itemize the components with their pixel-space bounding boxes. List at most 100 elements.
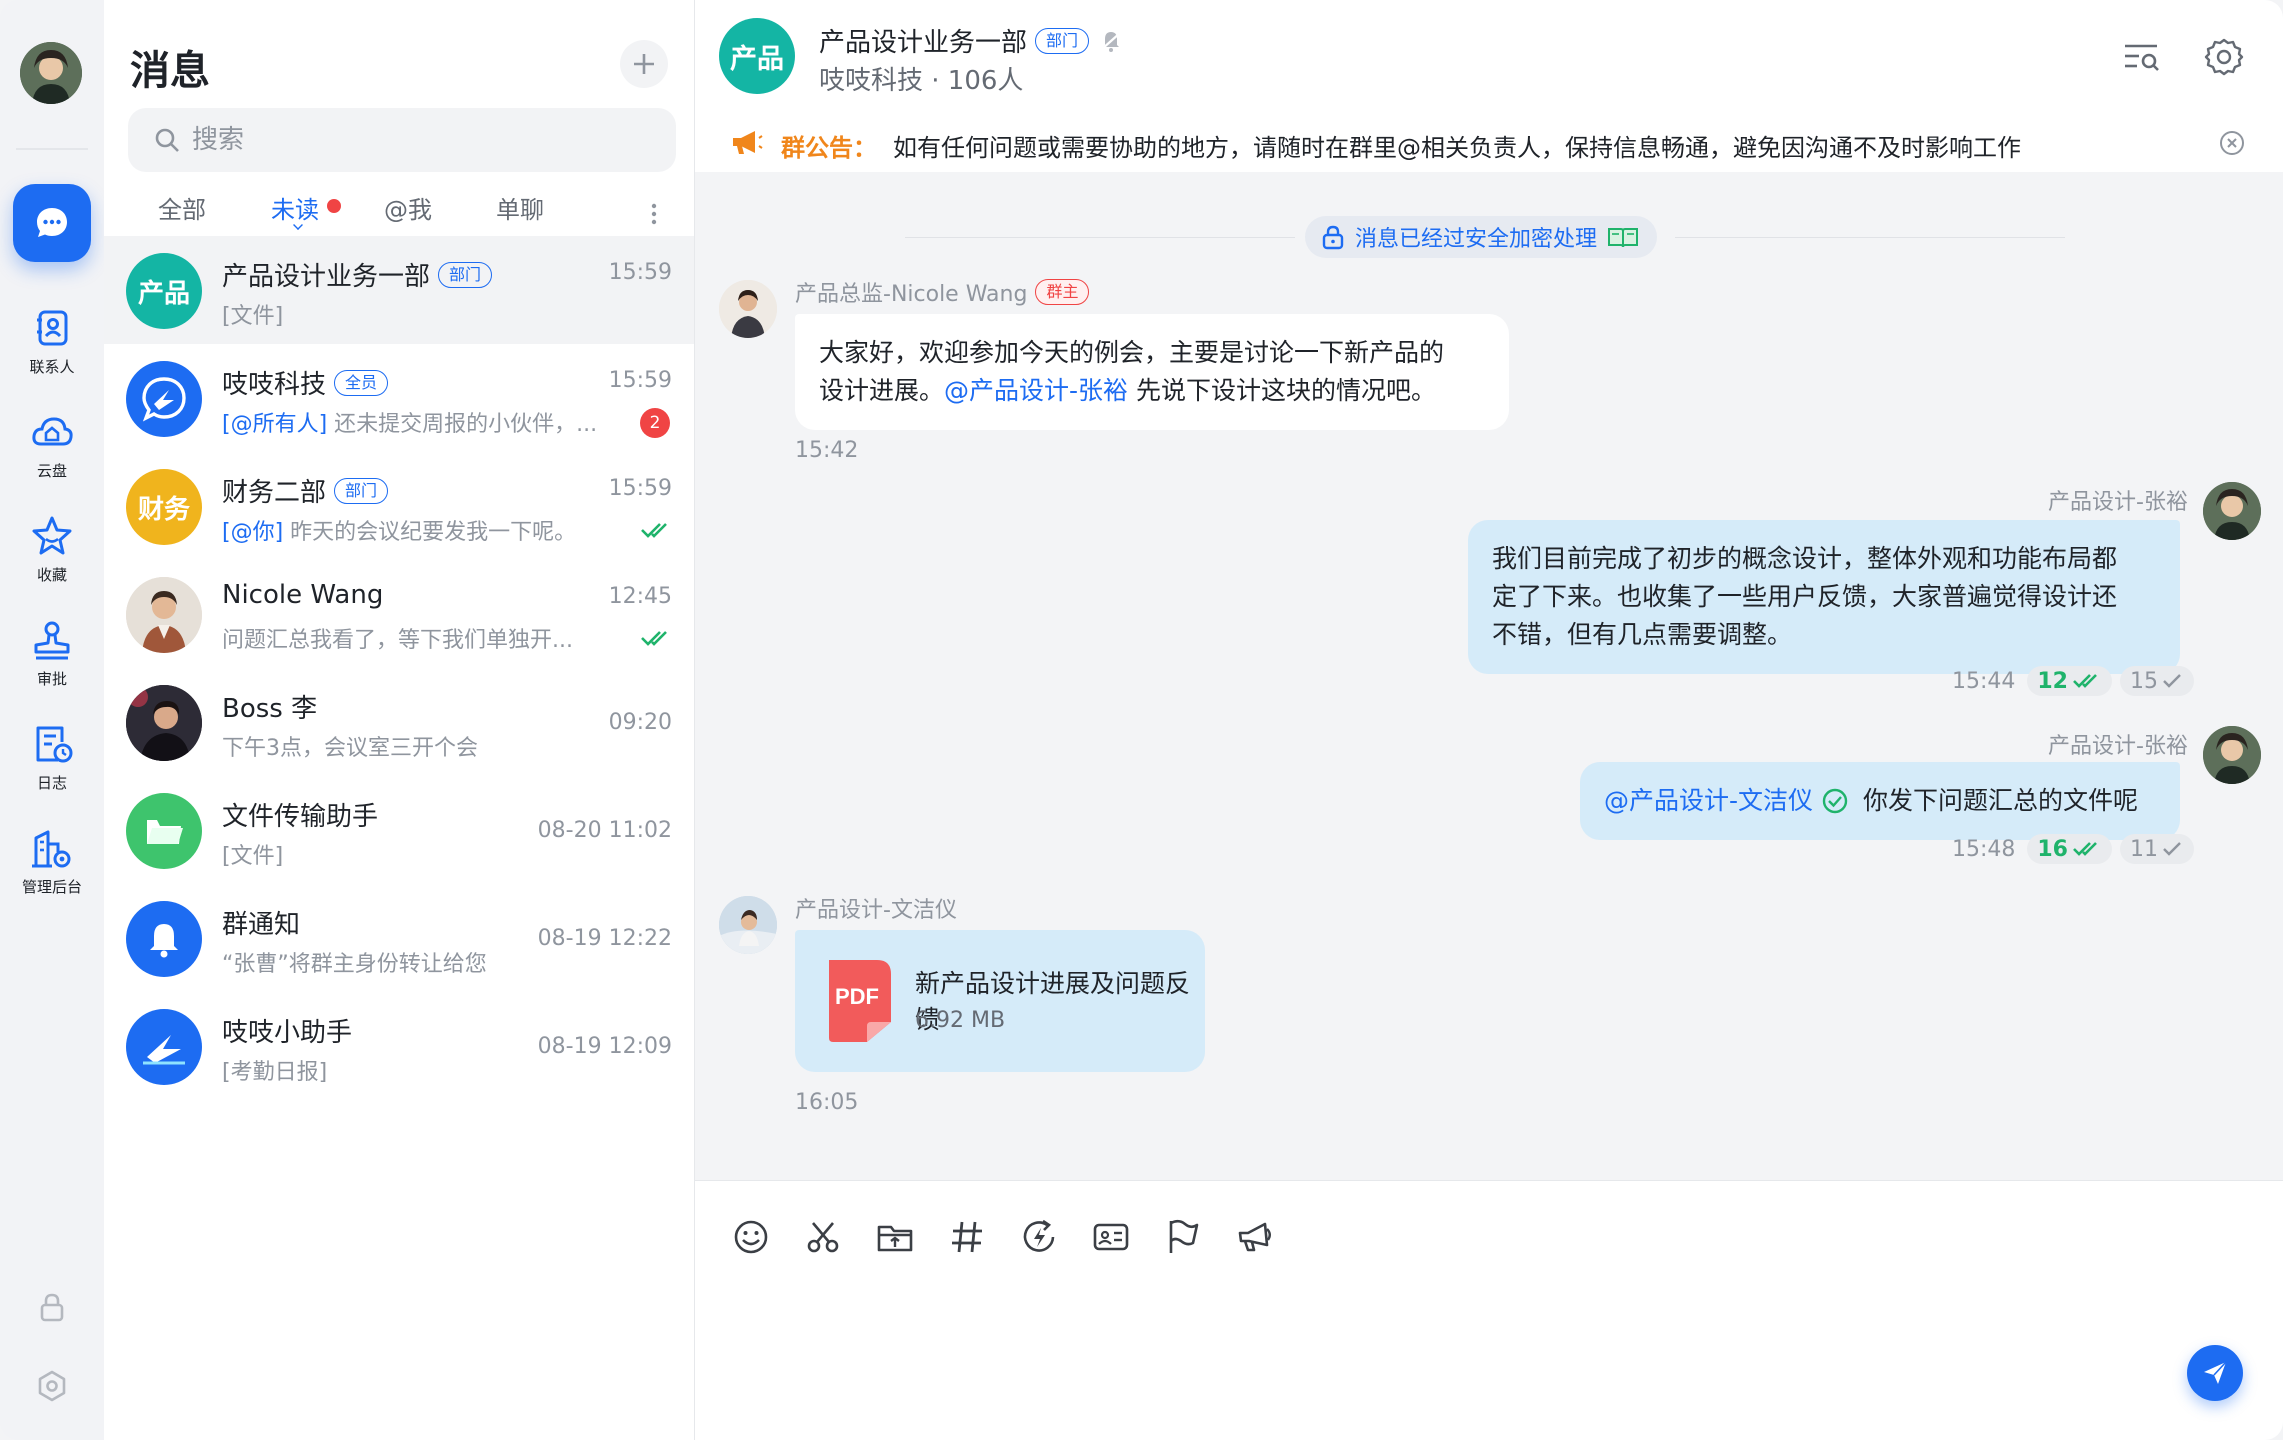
conversation-item[interactable]: 产品 产品设计业务一部 部门 [文件] 15:59 [104, 236, 694, 344]
read-receipt: 15:44 12 15 [1952, 666, 2194, 696]
search-input[interactable] [192, 125, 632, 155]
conversation-name: Boss 李 [222, 694, 318, 724]
group-notice-bar[interactable]: 群公告： 如有任何问题或需要协助的地方，请随时在群里@相关负责人，保持信息畅通，… [695, 112, 2283, 172]
conversation-item[interactable]: Nicole Wang 问题汇总我看了，等下我们单独开... 12:45 [104, 560, 694, 668]
contacts-icon [37, 310, 68, 346]
message-text: 设计进展。 [819, 376, 945, 405]
gear-icon[interactable] [2203, 36, 2245, 78]
contact-card-icon[interactable] [1091, 1217, 1131, 1257]
lock-icon[interactable] [34, 1290, 70, 1326]
conversation-item[interactable]: 财务 财务二部 部门 [@你] 昨天的会议纪要发我一下呢。 15:59 [104, 452, 694, 560]
my-avatar[interactable] [20, 42, 82, 104]
conversation-name: 文件传输助手 [222, 802, 379, 832]
log-icon [36, 726, 73, 763]
message-composer[interactable] [695, 1180, 2283, 1440]
nav-approval[interactable]: 审批 [0, 616, 104, 706]
conversation-name: 财务二部 [222, 478, 327, 508]
tab-unread[interactable]: 未读 [271, 190, 341, 230]
message-bubble[interactable]: @产品设计-文洁仪 你发下问题汇总的文件呢 [1580, 762, 2180, 840]
mention-you: [@你] [222, 520, 284, 545]
flag-icon[interactable] [1163, 1217, 1203, 1257]
unread-count[interactable]: 11 [2120, 834, 2194, 864]
megaphone-outline-icon[interactable] [1235, 1217, 1275, 1257]
check-icon [2163, 842, 2181, 856]
conversation-item[interactable]: 群通知 “张曹”将群主身份转让给您 08-19 12:22 [104, 884, 694, 992]
tab-mentions[interactable]: @我 [384, 190, 432, 225]
nav-favorites[interactable]: 收藏 [0, 512, 104, 602]
preview-text: 昨天的会议纪要发我一下呢。 [290, 520, 577, 545]
my-message-avatar[interactable] [2203, 482, 2261, 540]
conversation-item[interactable]: 吱吱小助手 [考勤日报] 08-19 12:09 [104, 992, 694, 1100]
unread-count[interactable]: 15 [2120, 666, 2194, 696]
sender-avatar[interactable] [719, 896, 777, 954]
nav-label-favorites: 收藏 [36, 566, 67, 584]
scissors-icon[interactable] [803, 1217, 843, 1257]
read-count-value: 12 [2037, 668, 2068, 694]
message-bubble[interactable]: 大家好，欢迎参加今天的例会，主要是讨论一下新产品的 设计进展。@产品设计-张裕 … [795, 314, 1509, 430]
message-area: 消息已经过安全加密处理 产品总监-Nicole Wang 群主 大家好，欢迎参加… [695, 172, 2283, 1180]
company-logo-icon [142, 377, 186, 422]
nav-admin[interactable]: 管理后台 [0, 824, 104, 914]
sender-avatar[interactable] [719, 280, 777, 338]
divider [905, 237, 1295, 238]
message-text: 先说下设计这块的情况吧。 [1128, 376, 1436, 405]
filter-tabs: 全部 未读 @我 单聊 [104, 190, 694, 234]
mention-link[interactable]: @产品设计-文洁仪 [1604, 782, 1813, 820]
read-receipt: 15:48 16 11 [1952, 834, 2194, 864]
mention-link[interactable]: @产品设计-张裕 [944, 376, 1128, 405]
conversation-preview: [@你] 昨天的会议纪要发我一下呢。 [222, 514, 602, 546]
emoji-icon[interactable] [731, 1217, 771, 1257]
nav-cloud-drive[interactable]: 云盘 [0, 408, 104, 498]
conversation-time: 15:59 [608, 368, 672, 393]
messages-nav-button[interactable] [13, 184, 91, 262]
close-icon[interactable] [2219, 130, 2245, 156]
sender-name-text: 产品总监-Nicole Wang [795, 282, 1028, 307]
tab-direct[interactable]: 单聊 [496, 190, 544, 225]
check-icon [2163, 674, 2181, 688]
double-check-icon [2073, 674, 2097, 688]
company-logo-avatar [126, 361, 202, 437]
notice-text: 如有任何问题或需要协助的地方，请随时在群里@相关负责人，保持信息畅通，避免因沟通… [893, 134, 2021, 162]
message-line: 设计进展。@产品设计-张裕 先说下设计这块的情况吧。 [819, 372, 1485, 410]
message-text: 你发下问题汇总的文件呢 [1863, 786, 2139, 815]
file-message-card[interactable]: PDF 新产品设计进展及问题反馈 6.92 MB [795, 930, 1205, 1072]
conversation-item[interactable]: Boss 李 下午3点，会议室三开个会 09:20 [104, 668, 694, 776]
conversation-time: 15:59 [608, 476, 672, 501]
hashtag-icon[interactable] [947, 1217, 987, 1257]
pdf-file-icon: PDF [829, 960, 891, 1042]
message-time: 16:05 [795, 1090, 859, 1115]
search-history-icon[interactable] [2121, 36, 2163, 78]
nav-label-contacts: 联系人 [29, 358, 75, 376]
group-avatar: 产品 [126, 253, 202, 329]
conversation-list: 产品 产品设计业务一部 部门 [文件] 15:59 吱吱科技 全员 [@所有人] 还… [104, 236, 694, 1100]
message-bubble[interactable]: 我们目前完成了初步的概念设计，整体外观和功能布局都 定了下来。也收集了一些用户反… [1468, 520, 2180, 674]
search-box[interactable] [128, 108, 676, 172]
conversation-item[interactable]: 文件传输助手 [文件] 08-20 11:02 [104, 776, 694, 884]
nav-contacts[interactable]: 联系人 [0, 304, 104, 394]
send-button[interactable] [2187, 1345, 2243, 1401]
my-message-avatar[interactable] [2203, 726, 2261, 784]
chat-department-tag: 部门 [1035, 27, 1090, 54]
read-count[interactable]: 12 [2027, 666, 2112, 696]
open-book-icon[interactable] [1607, 225, 1639, 249]
chat-subtitle: 吱吱科技 · 106人 [819, 66, 1024, 96]
conversation-time: 12:45 [608, 584, 672, 609]
tab-all[interactable]: 全部 [158, 190, 206, 225]
message-line: 定了下来。也收集了一些用户反馈，大家普遍觉得设计还 [1492, 582, 2118, 611]
read-count[interactable]: 16 [2027, 834, 2112, 864]
flash-history-icon[interactable] [1019, 1217, 1059, 1257]
folder-upload-icon[interactable] [875, 1217, 915, 1257]
more-vertical-icon[interactable] [642, 200, 666, 228]
nav-log[interactable]: 日志 [0, 720, 104, 810]
check-circle-icon [1822, 788, 1848, 814]
add-button[interactable] [620, 40, 668, 88]
conversation-item[interactable]: 吱吱科技 全员 [@所有人] 还未提交周报的小伙伴，... 15:59 2 [104, 344, 694, 452]
conversation-name: 吱吱小助手 [222, 1018, 353, 1048]
message-line: 我们目前完成了初步的概念设计，整体外观和功能布局都 [1492, 544, 2118, 573]
cloud-drive-icon [32, 417, 73, 446]
chat-title: 产品设计业务一部 [819, 28, 1028, 58]
double-check-icon [641, 523, 667, 538]
chat-header: 产品 产品设计业务一部 部门 吱吱科技 · 106人 [695, 0, 2283, 112]
settings-gear-icon[interactable] [34, 1368, 70, 1404]
chat-group-avatar[interactable]: 产品 [719, 18, 795, 94]
